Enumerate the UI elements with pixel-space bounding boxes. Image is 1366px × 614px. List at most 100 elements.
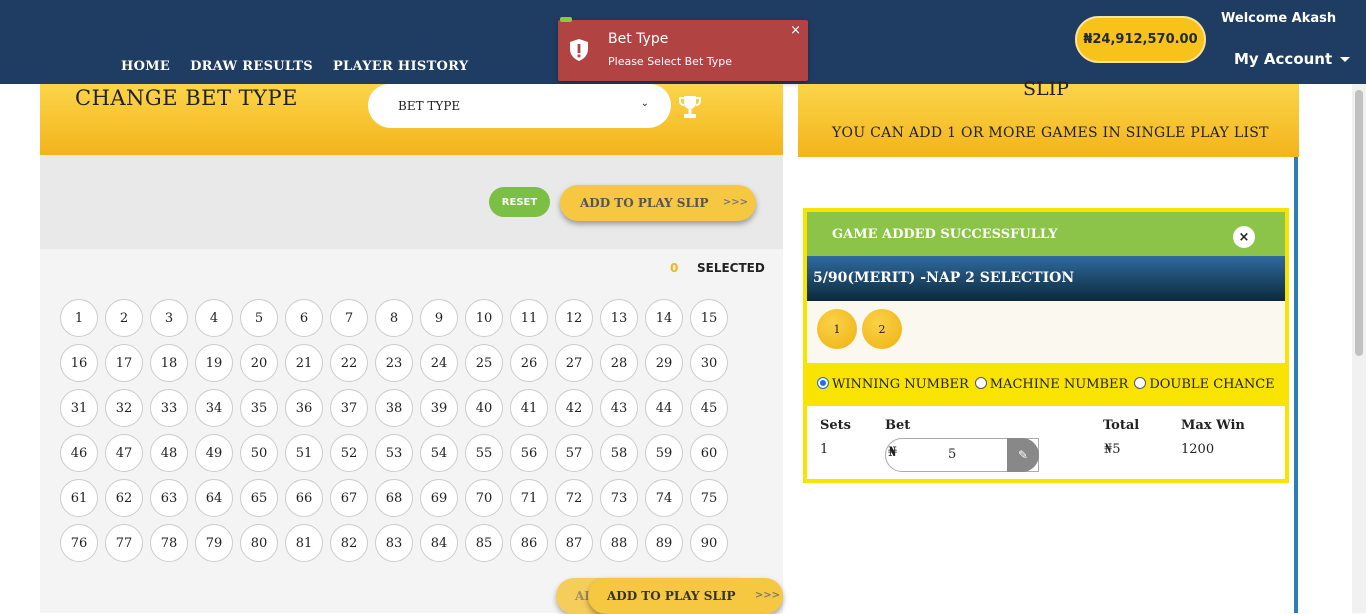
number-ball[interactable]: 61 bbox=[60, 479, 98, 517]
number-ball[interactable]: 23 bbox=[375, 344, 413, 382]
add-to-play-slip-button-overlay[interactable]: ADD TO PLAY SLIP >>> bbox=[588, 578, 783, 614]
number-ball[interactable]: 70 bbox=[465, 479, 503, 517]
number-ball[interactable]: 59 bbox=[645, 434, 683, 472]
number-ball[interactable]: 35 bbox=[240, 389, 278, 427]
number-ball[interactable]: 46 bbox=[60, 434, 98, 472]
number-ball[interactable]: 31 bbox=[60, 389, 98, 427]
number-ball[interactable]: 28 bbox=[600, 344, 638, 382]
number-ball[interactable]: 55 bbox=[465, 434, 503, 472]
number-ball[interactable]: 18 bbox=[150, 344, 188, 382]
number-ball[interactable]: 49 bbox=[195, 434, 233, 472]
number-ball[interactable]: 88 bbox=[600, 524, 638, 562]
number-ball[interactable]: 84 bbox=[420, 524, 458, 562]
number-ball[interactable]: 76 bbox=[60, 524, 98, 562]
number-ball[interactable]: 75 bbox=[690, 479, 728, 517]
number-ball[interactable]: 27 bbox=[555, 344, 593, 382]
toast-close-button[interactable]: × bbox=[790, 23, 801, 38]
number-ball[interactable]: 4 bbox=[195, 299, 233, 337]
scrollbar-thumb[interactable] bbox=[1355, 90, 1363, 356]
my-account-menu[interactable]: My Account bbox=[1234, 50, 1351, 68]
number-ball[interactable]: 71 bbox=[510, 479, 548, 517]
number-ball[interactable]: 51 bbox=[285, 434, 323, 472]
number-ball[interactable]: 57 bbox=[555, 434, 593, 472]
number-ball[interactable]: 78 bbox=[150, 524, 188, 562]
number-ball[interactable]: 6 bbox=[285, 299, 323, 337]
number-ball[interactable]: 1 bbox=[60, 299, 98, 337]
winning-number-radio[interactable]: WINNING NUMBER bbox=[817, 377, 969, 392]
number-ball[interactable]: 19 bbox=[195, 344, 233, 382]
bet-amount-field[interactable]: ₦ 5 ✎ bbox=[885, 438, 1039, 472]
number-ball[interactable]: 39 bbox=[420, 389, 458, 427]
number-ball[interactable]: 25 bbox=[465, 344, 503, 382]
number-ball[interactable]: 38 bbox=[375, 389, 413, 427]
number-ball[interactable]: 52 bbox=[330, 434, 368, 472]
number-ball[interactable]: 54 bbox=[420, 434, 458, 472]
number-ball[interactable]: 22 bbox=[330, 344, 368, 382]
number-ball[interactable]: 30 bbox=[690, 344, 728, 382]
number-ball[interactable]: 83 bbox=[375, 524, 413, 562]
number-ball[interactable]: 90 bbox=[690, 524, 728, 562]
number-ball[interactable]: 12 bbox=[555, 299, 593, 337]
number-ball[interactable]: 66 bbox=[285, 479, 323, 517]
number-ball[interactable]: 32 bbox=[105, 389, 143, 427]
nav-home-link[interactable]: HOME bbox=[121, 59, 170, 74]
number-ball[interactable]: 74 bbox=[645, 479, 683, 517]
number-ball[interactable]: 36 bbox=[285, 389, 323, 427]
number-ball[interactable]: 9 bbox=[420, 299, 458, 337]
number-ball[interactable]: 50 bbox=[240, 434, 278, 472]
number-ball[interactable]: 77 bbox=[105, 524, 143, 562]
reset-button[interactable]: RESET bbox=[489, 187, 550, 217]
number-ball[interactable]: 42 bbox=[555, 389, 593, 427]
nav-draw-results-link[interactable]: DRAW RESULTS bbox=[190, 59, 313, 74]
number-ball[interactable]: 73 bbox=[600, 479, 638, 517]
number-ball[interactable]: 14 bbox=[645, 299, 683, 337]
number-ball[interactable]: 15 bbox=[690, 299, 728, 337]
number-ball[interactable]: 69 bbox=[420, 479, 458, 517]
add-to-play-slip-button[interactable]: ADD TO PLAY SLIP >>> bbox=[560, 185, 756, 221]
bet-type-select[interactable]: BET TYPE ⌄ bbox=[368, 84, 671, 128]
number-ball[interactable]: 13 bbox=[600, 299, 638, 337]
number-ball[interactable]: 29 bbox=[645, 344, 683, 382]
page-scrollbar[interactable] bbox=[1352, 84, 1366, 613]
number-ball[interactable]: 40 bbox=[465, 389, 503, 427]
number-ball[interactable]: 10 bbox=[465, 299, 503, 337]
number-ball[interactable]: 3 bbox=[150, 299, 188, 337]
number-ball[interactable]: 80 bbox=[240, 524, 278, 562]
number-ball[interactable]: 86 bbox=[510, 524, 548, 562]
number-ball[interactable]: 79 bbox=[195, 524, 233, 562]
number-ball[interactable]: 62 bbox=[105, 479, 143, 517]
number-ball[interactable]: 7 bbox=[330, 299, 368, 337]
number-ball[interactable]: 16 bbox=[60, 344, 98, 382]
close-icon[interactable]: × bbox=[1233, 226, 1255, 248]
number-ball[interactable]: 89 bbox=[645, 524, 683, 562]
number-ball[interactable]: 8 bbox=[375, 299, 413, 337]
number-ball[interactable]: 20 bbox=[240, 344, 278, 382]
number-ball[interactable]: 82 bbox=[330, 524, 368, 562]
nav-player-history-link[interactable]: PLAYER HISTORY bbox=[333, 59, 469, 74]
number-ball[interactable]: 65 bbox=[240, 479, 278, 517]
number-ball[interactable]: 72 bbox=[555, 479, 593, 517]
balance-pill[interactable]: ₦24,912,570.00 bbox=[1075, 16, 1206, 63]
number-ball[interactable]: 34 bbox=[195, 389, 233, 427]
trophy-icon[interactable] bbox=[678, 94, 702, 120]
number-ball[interactable]: 24 bbox=[420, 344, 458, 382]
number-ball[interactable]: 56 bbox=[510, 434, 548, 472]
machine-number-radio[interactable]: MACHINE NUMBER bbox=[974, 377, 1128, 392]
number-ball[interactable]: 87 bbox=[555, 524, 593, 562]
number-ball[interactable]: 53 bbox=[375, 434, 413, 472]
number-ball[interactable]: 60 bbox=[690, 434, 728, 472]
number-ball[interactable]: 47 bbox=[105, 434, 143, 472]
number-ball[interactable]: 17 bbox=[105, 344, 143, 382]
number-ball[interactable]: 45 bbox=[690, 389, 728, 427]
number-ball[interactable]: 44 bbox=[645, 389, 683, 427]
number-ball[interactable]: 81 bbox=[285, 524, 323, 562]
number-ball[interactable]: 21 bbox=[285, 344, 323, 382]
number-ball[interactable]: 11 bbox=[510, 299, 548, 337]
number-ball[interactable]: 43 bbox=[600, 389, 638, 427]
double-chance-radio[interactable]: DOUBLE CHANCE bbox=[1134, 377, 1275, 392]
number-ball[interactable]: 5 bbox=[240, 299, 278, 337]
number-ball[interactable]: 41 bbox=[510, 389, 548, 427]
number-ball[interactable]: 48 bbox=[150, 434, 188, 472]
number-ball[interactable]: 2 bbox=[105, 299, 143, 337]
number-ball[interactable]: 64 bbox=[195, 479, 233, 517]
